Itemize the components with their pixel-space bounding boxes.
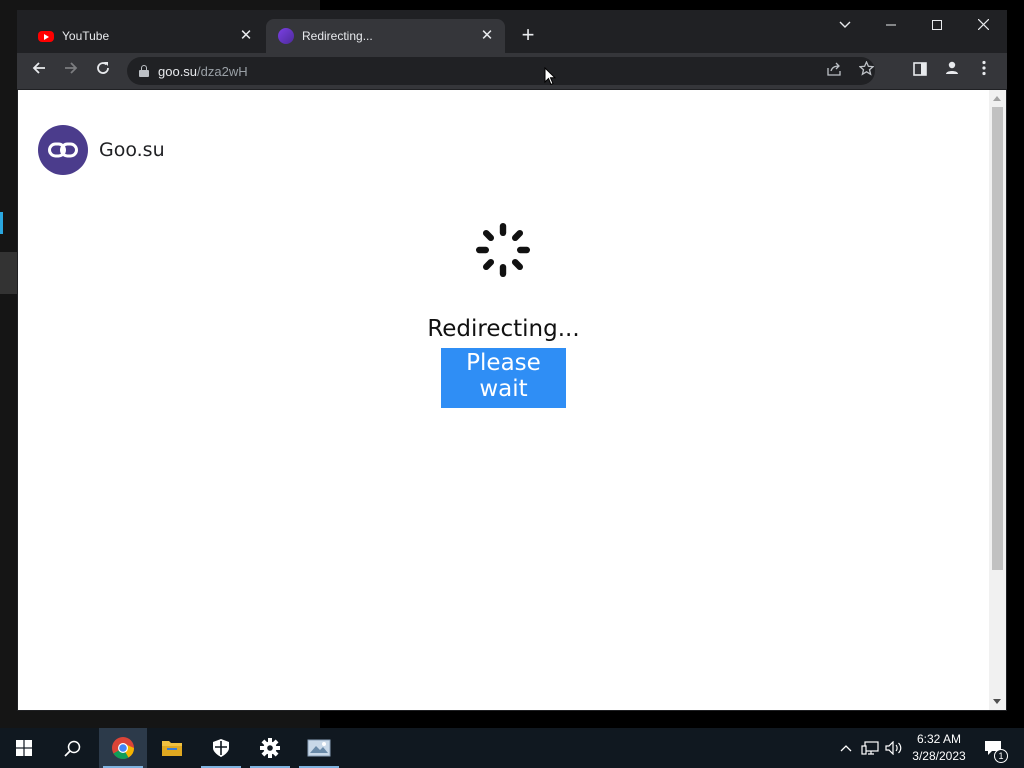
background-highlight [0,252,17,294]
bookmark-button[interactable] [852,57,880,85]
scrollbar-thumb[interactable] [992,107,1003,570]
taskbar-settings[interactable] [246,728,294,768]
arrow-right-icon [65,62,78,74]
url-host: goo.su [158,63,198,79]
mouse-cursor-icon [544,67,556,86]
side-panel-icon [913,62,927,76]
file-explorer-icon [162,741,182,756]
clock-date: 3/28/2023 [912,749,966,763]
please-wait-text: Please wait [441,348,566,408]
maximize-icon [932,20,942,30]
tab-title: YouTube [62,29,110,43]
maximize-button[interactable] [914,10,960,40]
goo-su-logo-icon [38,125,88,175]
tab-redirecting[interactable]: Redirecting... ✕ [266,19,505,53]
close-icon [977,18,989,31]
forward-button[interactable] [57,57,85,85]
taskbar-windows-security[interactable] [197,728,245,768]
tab-youtube[interactable]: YouTube ✕ [26,19,264,53]
taskbar-chrome[interactable] [99,728,147,768]
url-path: /dza2wH [197,63,248,79]
chevron-down-icon [839,21,851,28]
brand-name: Goo.su [99,139,165,161]
redirecting-heading: Redirecting... [427,316,580,342]
close-tab-icon[interactable]: ✕ [479,28,495,44]
tab-search-button[interactable] [822,10,868,40]
windows-security-icon [213,739,229,757]
new-tab-button[interactable]: + [515,23,541,49]
show-hidden-icons-button[interactable] [836,728,856,768]
youtube-icon [38,28,54,44]
photos-icon [307,739,331,757]
close-window-button[interactable] [960,10,1006,40]
scroll-down-arrow-icon[interactable] [993,699,1001,704]
close-tab-icon[interactable]: ✕ [238,28,254,44]
star-icon [857,60,875,76]
search-icon [63,740,80,757]
profile-button[interactable] [938,57,966,85]
browser-toolbar: goo.su/dza2wH [17,53,1007,89]
taskbar-file-explorer[interactable] [148,728,196,768]
menu-button[interactable] [970,57,998,85]
share-icon [826,62,841,76]
network-button[interactable] [859,728,881,768]
reload-icon [97,62,109,74]
notifications-button[interactable]: 1 [981,728,1008,768]
minimize-button[interactable] [868,10,914,40]
loading-spinner-icon [476,223,530,277]
notification-count-badge: 1 [994,749,1008,763]
tab-strip: YouTube ✕ Redirecting... ✕ + [17,10,1007,53]
chevron-up-icon [840,745,852,752]
background-accent [0,212,3,234]
page-scrollbar[interactable] [989,90,1006,710]
side-panel-button[interactable] [906,57,934,85]
tab-title: Redirecting... [302,29,373,43]
taskbar-clock[interactable]: 6:32 AM 3/28/2023 [900,731,978,765]
start-button[interactable] [0,728,48,768]
address-bar[interactable]: goo.su/dza2wH [127,57,875,85]
chrome-icon [112,737,134,759]
brand-header[interactable]: Goo.su [38,125,165,175]
share-button[interactable] [820,57,848,85]
windows-taskbar: 6:32 AM 3/28/2023 1 [0,728,1024,768]
reload-button[interactable] [89,57,117,85]
lock-icon[interactable] [139,65,149,77]
more-vert-icon [982,60,986,76]
start-icon [16,740,32,756]
page-content: Goo.su Redirecting... Please wait [18,90,989,710]
browser-window: YouTube ✕ Redirecting... ✕ + goo.su /dza… [17,10,1007,711]
network-icon [861,741,879,755]
taskbar-search-button[interactable] [48,728,96,768]
settings-icon [260,738,280,758]
arrow-left-icon [32,62,45,74]
please-wait-wrapper: Please wait [18,348,989,408]
scroll-up-arrow-icon[interactable] [993,96,1001,101]
minimize-icon [886,24,896,26]
goo-su-icon [278,28,294,44]
back-button[interactable] [25,57,53,85]
taskbar-photos[interactable] [295,728,343,768]
profile-icon [946,61,958,74]
clock-time: 6:32 AM [916,732,962,746]
